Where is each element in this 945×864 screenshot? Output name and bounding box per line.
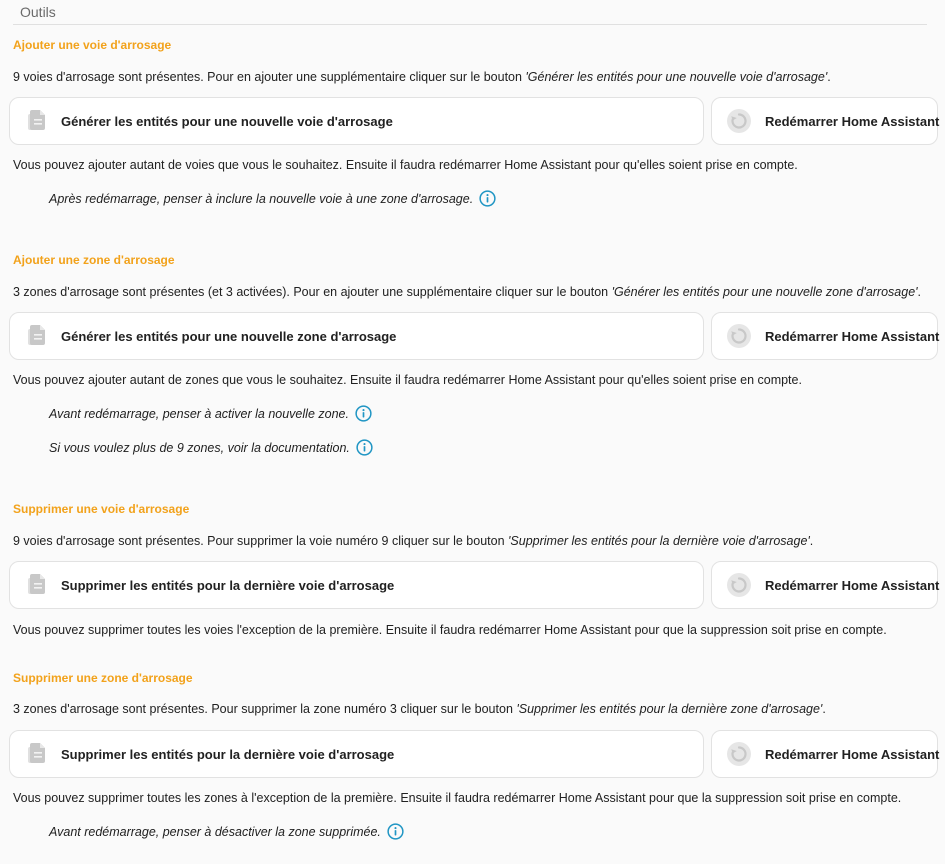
- restart-icon: [727, 109, 751, 133]
- file-copy-icon: [28, 743, 45, 763]
- info-icon[interactable]: [356, 439, 373, 456]
- section-description: 3 zones d'arrosage sont présentes. Pour …: [13, 702, 826, 716]
- section-title-remove-lane: Supprimer une voie d'arrosage: [13, 502, 190, 516]
- restart-home-assistant-button[interactable]: Redémarrer Home Assistant: [711, 561, 939, 609]
- page-title: Outils: [20, 4, 56, 20]
- file-copy-icon: [28, 325, 45, 345]
- restart-icon: [727, 573, 751, 597]
- section-followup: Vous pouvez supprimer toutes les voies l…: [13, 623, 887, 637]
- section-title-remove-zone: Supprimer une zone d'arrosage: [13, 671, 193, 685]
- restart-icon: [727, 742, 751, 766]
- info-icon[interactable]: [387, 823, 404, 840]
- note-item: Après redémarrage, penser à inclure la n…: [49, 190, 496, 207]
- section-title-add-zone: Ajouter une zone d'arrosage: [13, 253, 175, 267]
- section-followup: Vous pouvez ajouter autant de zones que …: [13, 373, 802, 387]
- info-icon[interactable]: [479, 190, 496, 207]
- info-icon[interactable]: [355, 405, 372, 422]
- file-copy-icon: [28, 110, 45, 130]
- note-item: Avant redémarrage, penser à désactiver l…: [49, 823, 404, 840]
- generate-lane-entities-button[interactable]: Générer les entités pour une nouvelle vo…: [9, 97, 704, 145]
- restart-home-assistant-button[interactable]: Redémarrer Home Assistant: [711, 730, 939, 778]
- note-item: Avant redémarrage, penser à activer la n…: [49, 405, 372, 422]
- restart-home-assistant-button[interactable]: Redémarrer Home Assistant: [711, 312, 939, 360]
- remove-zone-entities-button[interactable]: Supprimer les entités pour la dernière v…: [9, 730, 704, 778]
- restart-home-assistant-button[interactable]: Redémarrer Home Assistant: [711, 97, 939, 145]
- section-description: 9 voies d'arrosage sont présentes. Pour …: [13, 70, 831, 84]
- note-item: Si vous voulez plus de 9 zones, voir la …: [49, 439, 373, 456]
- section-followup: Vous pouvez ajouter autant de voies que …: [13, 158, 798, 172]
- section-description: 9 voies d'arrosage sont présentes. Pour …: [13, 534, 814, 548]
- section-followup: Vous pouvez supprimer toutes les zones à…: [13, 791, 902, 805]
- section-title-add-lane: Ajouter une voie d'arrosage: [13, 38, 172, 52]
- section-description: 3 zones d'arrosage sont présentes (et 3 …: [13, 285, 922, 299]
- remove-lane-entities-button[interactable]: Supprimer les entités pour la dernière v…: [9, 561, 704, 609]
- header-divider: [13, 24, 927, 25]
- restart-icon: [727, 324, 751, 348]
- generate-zone-entities-button[interactable]: Générer les entités pour une nouvelle zo…: [9, 312, 704, 360]
- file-copy-icon: [28, 574, 45, 594]
